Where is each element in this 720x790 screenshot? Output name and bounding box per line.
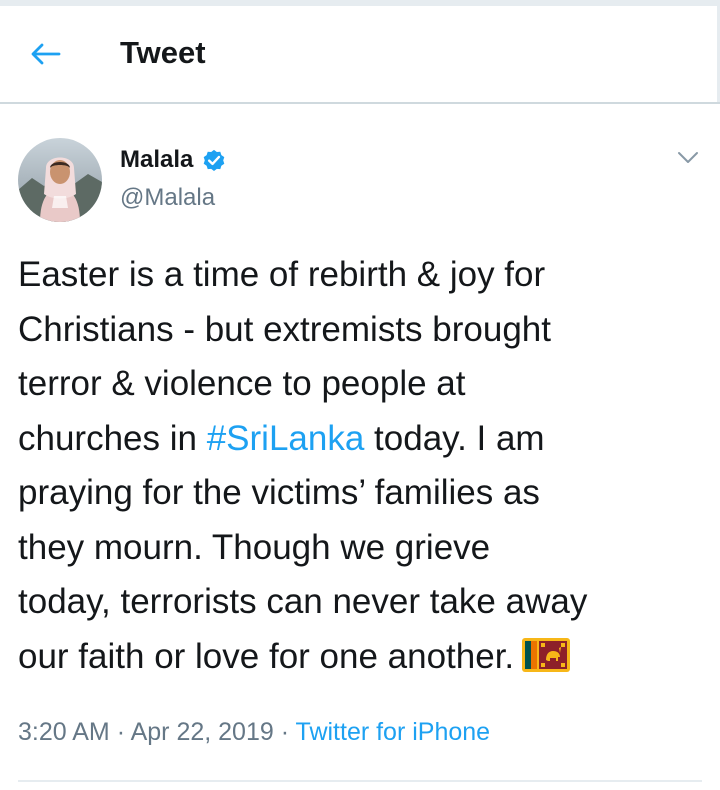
tweet-time: 3:20 AM	[18, 718, 110, 746]
author-row: Malala	[120, 144, 227, 176]
tweet-line: praying for the victims’ families as	[18, 473, 540, 512]
app-header	[0, 6, 720, 102]
tweet-line: Easter is a time of rebirth & joy for	[18, 255, 546, 294]
tweet-menu-button[interactable]	[668, 140, 708, 176]
tweet-line: Christians - but extremists brought	[18, 309, 551, 349]
avatar[interactable]	[18, 138, 102, 222]
verified-badge-icon	[204, 149, 225, 171]
tweet-text-segment: today. I am	[364, 418, 545, 458]
tweet-text-segment: churches in	[18, 418, 207, 458]
tweet-line: they mourn. Though we grieve	[18, 527, 491, 567]
tweet-meta: 3:20 AM · Apr 22, 2019 · Twitter for iPh…	[18, 716, 490, 748]
content-divider	[18, 780, 702, 782]
tweet-text: Easter is a time of rebirth & joy for Ch…	[18, 248, 708, 684]
tweet-source-link[interactable]: Twitter for iPhone	[296, 718, 491, 746]
tweet-line: terror & violence to people at	[18, 364, 466, 403]
sri-lanka-flag-icon	[522, 637, 571, 672]
meta-separator: ·	[116, 718, 126, 746]
tweet-line: our faith or love for one another.	[18, 630, 708, 685]
page-title: Tweet	[120, 35, 206, 70]
tweet-line: today, terrorists can never take away	[18, 582, 588, 621]
tweet-text-segment: our faith or love for one another.	[18, 636, 515, 676]
tweet-date: Apr 22, 2019	[130, 718, 274, 746]
header-divider	[0, 102, 720, 104]
meta-separator: ·	[280, 718, 290, 746]
user-handle[interactable]: @Malala	[120, 183, 215, 213]
tweet-line: churches in #SriLanka today. I am	[18, 412, 708, 467]
profile-photo	[18, 138, 102, 222]
chevron-down-icon	[678, 152, 698, 163]
arrow-left-icon	[31, 43, 61, 65]
display-name[interactable]: Malala	[120, 145, 193, 175]
hashtag-link[interactable]: #SriLanka	[207, 419, 365, 458]
back-button[interactable]	[22, 30, 70, 78]
